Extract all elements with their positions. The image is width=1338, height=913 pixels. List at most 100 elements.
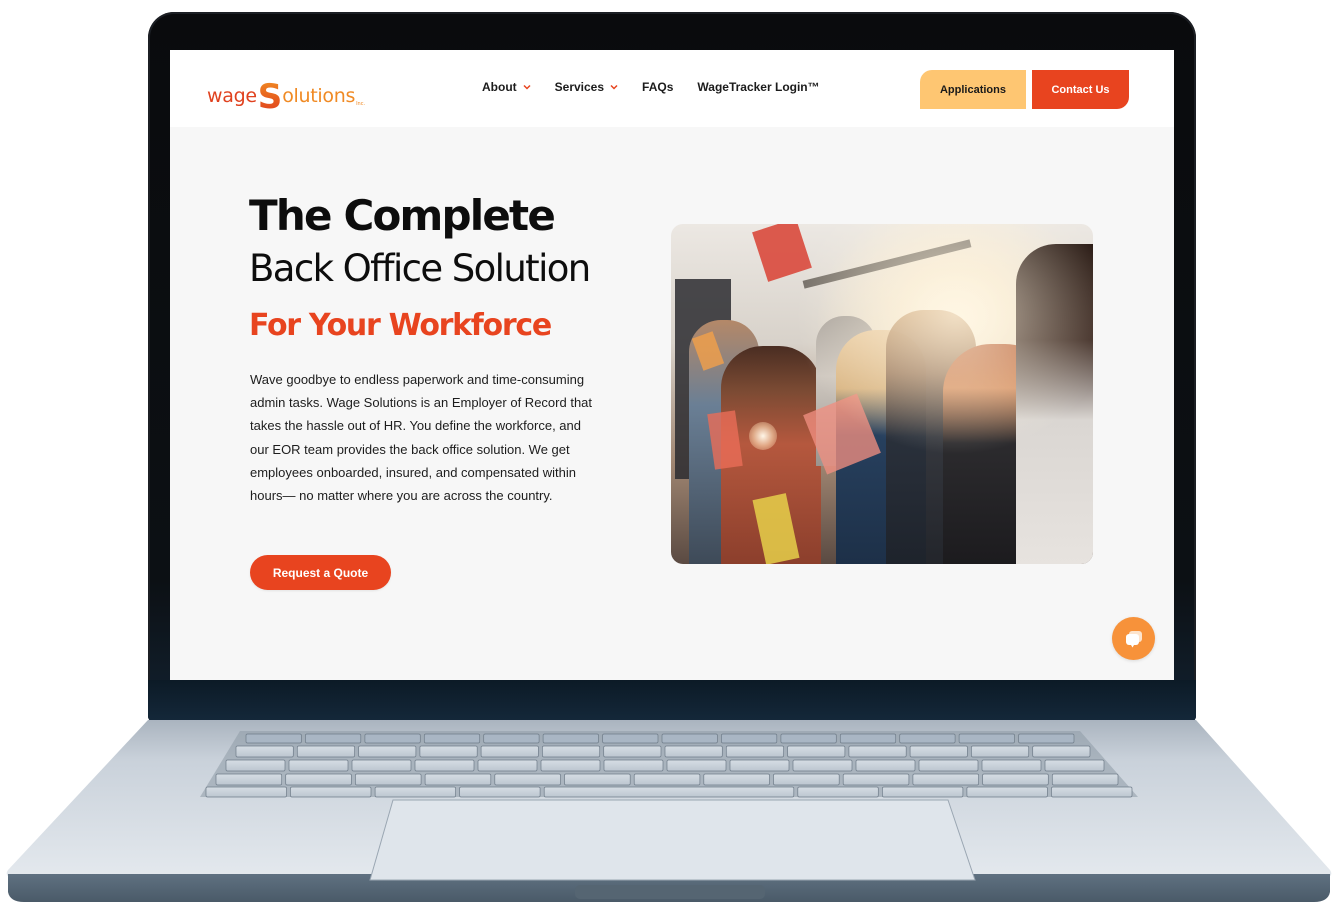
chat-bubble-icon bbox=[1125, 630, 1142, 647]
keyboard-key bbox=[918, 759, 979, 772]
wage-solutions-logo[interactable]: wage S olutions Inc. bbox=[207, 70, 366, 114]
keyboard-key bbox=[459, 786, 541, 798]
hero-title-line-2: Back Office Solution bbox=[249, 247, 591, 290]
keyboard-key bbox=[540, 759, 601, 772]
keyboard-key bbox=[773, 773, 840, 786]
keyboard-key bbox=[543, 786, 795, 798]
keyboard-key bbox=[235, 745, 294, 758]
keyboard-key bbox=[842, 773, 910, 786]
site-header: wage S olutions Inc. About Services FAQs… bbox=[170, 50, 1174, 127]
touch-bar-key bbox=[721, 733, 778, 744]
keyboard-key bbox=[797, 786, 879, 798]
keyboard-key bbox=[564, 773, 631, 786]
keyboard-key bbox=[912, 773, 979, 786]
nav-wagetracker-login-label: WageTracker Login™ bbox=[697, 80, 820, 94]
keyboard-key bbox=[664, 745, 723, 758]
keyboard-key bbox=[792, 759, 853, 772]
keyboard-well bbox=[200, 731, 1138, 797]
keyboard bbox=[205, 733, 1133, 798]
laptop-bezel-bottom bbox=[148, 680, 1196, 722]
keyboard-key bbox=[424, 773, 492, 786]
keyboard-key bbox=[855, 759, 916, 772]
keyboard-key bbox=[542, 745, 601, 758]
touch-bar-key bbox=[602, 733, 659, 744]
hero-title-line-3: For Your Workforce bbox=[249, 308, 552, 343]
nav-faqs[interactable]: FAQs bbox=[642, 80, 673, 94]
chevron-down-icon bbox=[523, 84, 531, 90]
touch-bar-key bbox=[839, 733, 897, 744]
keyboard-key bbox=[787, 745, 846, 758]
keyboard-key bbox=[419, 745, 478, 758]
laptop-front-edge bbox=[8, 874, 1330, 902]
keyboard-key bbox=[480, 745, 539, 758]
nav-about[interactable]: About bbox=[482, 80, 531, 94]
keyboard-key bbox=[285, 773, 352, 786]
hero-title-line-1: The Complete bbox=[249, 191, 556, 240]
nav-services-label: Services bbox=[554, 80, 605, 94]
keyboard-key bbox=[215, 773, 283, 786]
applications-button[interactable]: Applications bbox=[920, 70, 1026, 109]
keyboard-key bbox=[374, 786, 456, 798]
touch-bar-key bbox=[899, 733, 956, 744]
chevron-down-icon bbox=[610, 84, 618, 90]
keyboard-key bbox=[225, 759, 286, 772]
nav-faqs-label: FAQs bbox=[642, 80, 674, 94]
keyboard-key bbox=[971, 745, 1030, 758]
logo-text-olutions: olutions bbox=[282, 85, 356, 107]
keyboard-key bbox=[1032, 745, 1091, 758]
keyboard-key bbox=[666, 759, 727, 772]
keyboard-key bbox=[358, 745, 417, 758]
touch-bar-key bbox=[483, 733, 540, 744]
hero-team-photo bbox=[671, 224, 1093, 564]
touch-bar-key bbox=[364, 733, 421, 744]
touch-bar-key bbox=[245, 733, 302, 744]
keyboard-key bbox=[477, 759, 538, 772]
keyboard-key bbox=[494, 773, 561, 786]
keyboard-key bbox=[982, 773, 1049, 786]
keyboard-key bbox=[290, 786, 372, 798]
chat-widget-button[interactable] bbox=[1112, 617, 1155, 660]
keyboard-key bbox=[1051, 773, 1119, 786]
touch-bar-key bbox=[423, 733, 481, 744]
keyboard-key bbox=[296, 745, 355, 758]
keyboard-key bbox=[1051, 786, 1133, 798]
touch-bar-key bbox=[542, 733, 599, 744]
trackpad bbox=[369, 799, 976, 881]
logo-s-mark: S bbox=[257, 77, 283, 117]
keyboard-key bbox=[909, 745, 968, 758]
keyboard-key bbox=[848, 745, 907, 758]
touch-bar-key bbox=[780, 733, 837, 744]
keyboard-key bbox=[633, 773, 701, 786]
touch-bar-key bbox=[958, 733, 1015, 744]
laptop-notch bbox=[575, 885, 765, 899]
logo-text-inc: Inc. bbox=[356, 101, 366, 107]
keyboard-key bbox=[1044, 759, 1105, 772]
keyboard-key bbox=[355, 773, 422, 786]
keyboard-key bbox=[603, 745, 662, 758]
keyboard-key bbox=[205, 786, 287, 798]
browser-screen: wage S olutions Inc. About Services FAQs… bbox=[170, 50, 1174, 680]
touch-bar-key bbox=[1018, 733, 1075, 744]
keyboard-key bbox=[603, 759, 664, 772]
keyboard-key bbox=[966, 786, 1048, 798]
touch-bar-key bbox=[305, 733, 362, 744]
hero-description: Wave goodbye to endless paperwork and ti… bbox=[250, 372, 593, 504]
keyboard-key bbox=[414, 759, 475, 772]
photo-warm-overlay bbox=[671, 224, 1093, 564]
keyboard-key bbox=[729, 759, 790, 772]
nav-services[interactable]: Services bbox=[555, 80, 618, 94]
nav-about-label: About bbox=[482, 80, 517, 94]
logo-text-wage: wage bbox=[207, 85, 257, 107]
keyboard-key bbox=[703, 773, 770, 786]
contact-us-button[interactable]: Contact Us bbox=[1032, 70, 1129, 109]
keyboard-key bbox=[725, 745, 784, 758]
keyboard-key bbox=[288, 759, 349, 772]
keyboard-key bbox=[882, 786, 964, 798]
main-nav: About Services FAQs WageTracker Login™ bbox=[482, 80, 820, 94]
laptop-deck bbox=[6, 720, 1332, 878]
keyboard-key bbox=[351, 759, 412, 772]
request-quote-button[interactable]: Request a Quote bbox=[250, 555, 391, 590]
keyboard-key bbox=[981, 759, 1042, 772]
touch-bar-key bbox=[661, 733, 718, 744]
nav-wagetracker-login[interactable]: WageTracker Login™ bbox=[697, 80, 819, 94]
